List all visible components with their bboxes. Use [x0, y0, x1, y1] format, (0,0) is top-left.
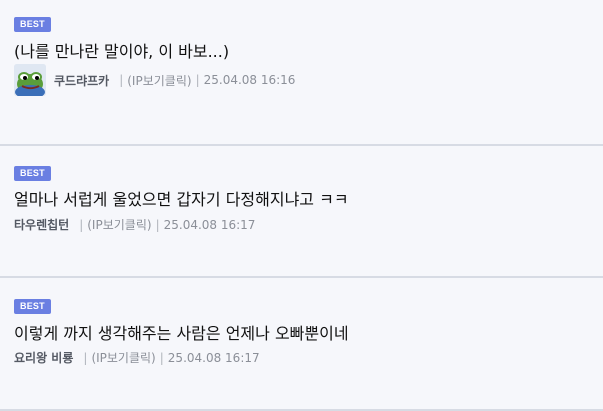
comment-item: BEST 얼마나 서럽게 울었으면 갑자기 다정해지냐고 ㅋㅋ 타우렌칩턴 | …: [0, 146, 603, 278]
ip-view-link[interactable]: (IP보기클릭): [127, 72, 191, 89]
best-badge: BEST: [14, 299, 51, 314]
meta-separator: |: [83, 350, 88, 365]
meta-separator: |: [119, 73, 124, 87]
frog-avatar[interactable]: [14, 64, 46, 96]
meta-separator: |: [79, 217, 84, 232]
comment-author[interactable]: 요리왕 비룡: [14, 349, 73, 366]
best-badge: BEST: [14, 166, 51, 181]
comment-text: 얼마나 서럽게 울었으면 갑자기 다정해지냐고 ㅋㅋ: [14, 190, 349, 209]
comment-meta: 쿠드랴프카 | (IP보기클릭) | 25.04.08 16:16: [14, 64, 295, 96]
comment-item: BEST (나를 만나란 말이야, 이 바보...) 쿠드랴프카 | (IP보기…: [0, 0, 603, 146]
meta-separator: |: [155, 217, 160, 232]
comment-timestamp: 25.04.08 16:16: [203, 73, 296, 87]
comment-meta: 타우렌칩턴 | (IP보기클릭) | 25.04.08 16:17: [14, 216, 255, 233]
comment-author[interactable]: 타우렌칩턴: [14, 216, 69, 233]
ip-view-link[interactable]: (IP보기클릭): [91, 349, 155, 366]
meta-separator: |: [195, 73, 200, 87]
comment-item: BEST 이렇게 까지 생각해주는 사람은 언제나 오빠뿐이네 요리왕 비룡 |…: [0, 278, 603, 411]
comment-text: (나를 만나란 말이야, 이 바보...): [14, 42, 230, 61]
ip-view-link[interactable]: (IP보기클릭): [87, 216, 151, 233]
comment-text: 이렇게 까지 생각해주는 사람은 언제나 오빠뿐이네: [14, 324, 349, 343]
comment-meta: 요리왕 비룡 | (IP보기클릭) | 25.04.08 16:17: [14, 349, 260, 366]
best-badge: BEST: [14, 17, 51, 32]
comment-list: BEST (나를 만나란 말이야, 이 바보...) 쿠드랴프카 | (IP보기…: [0, 0, 603, 411]
comment-timestamp: 25.04.08 16:17: [167, 350, 260, 365]
comment-author[interactable]: 쿠드랴프카: [54, 72, 109, 89]
meta-separator: |: [159, 350, 164, 365]
comment-timestamp: 25.04.08 16:17: [163, 217, 256, 232]
